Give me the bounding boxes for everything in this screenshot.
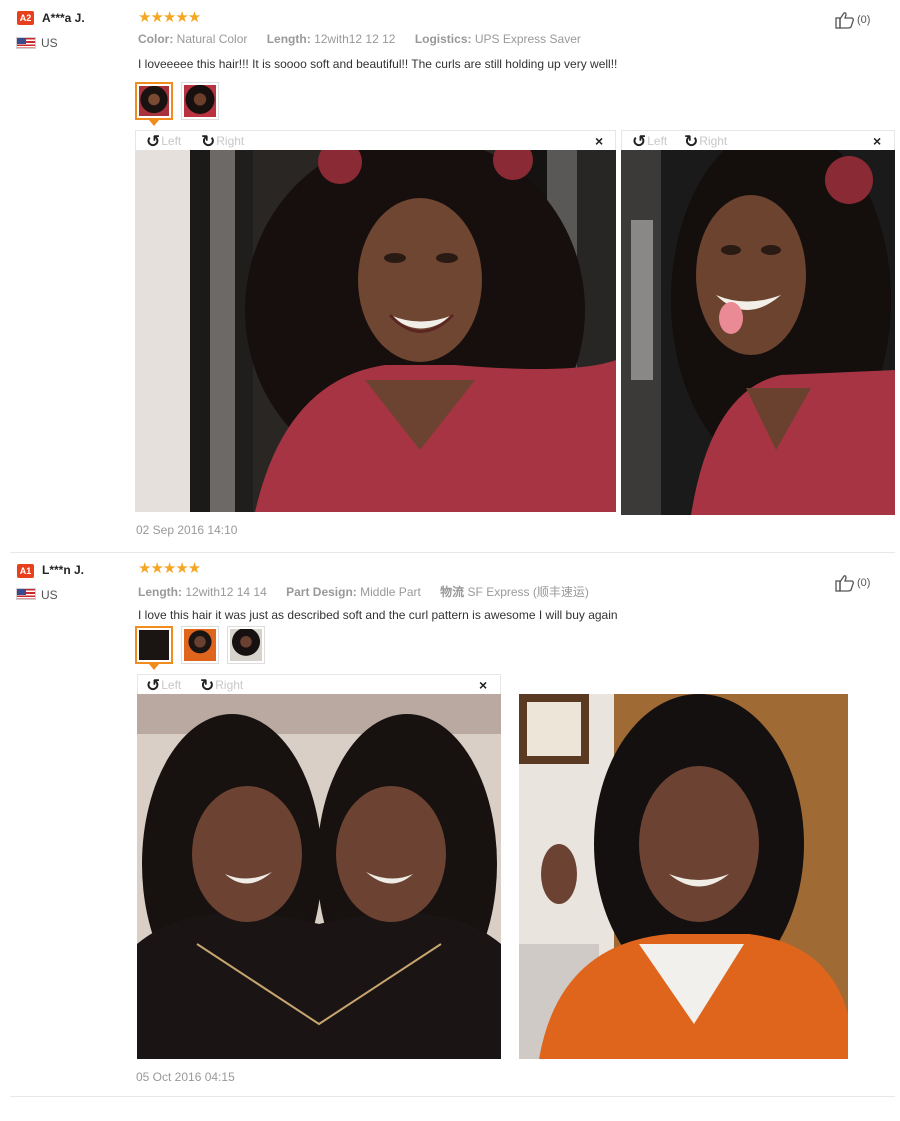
photo-thumbnail[interactable] [135, 82, 173, 126]
photo-viewer-toolbar: ↺Left ↻Right × [135, 130, 616, 152]
photo-thumbnails [135, 82, 219, 126]
order-attributes: Length: 12with12 14 14 Part Design: Midd… [138, 583, 605, 600]
photo-thumbnail[interactable] [227, 626, 265, 664]
review-photo [135, 150, 616, 512]
attribute-key: Part Design: [286, 585, 357, 599]
thumbs-up-icon [835, 12, 854, 29]
review-photo [137, 694, 501, 1059]
buyer-level-badge: A2 [17, 11, 34, 25]
rotate-left-icon: ↺ [632, 132, 647, 151]
reviewer-name: A***a J. [42, 11, 85, 25]
attribute-value: Natural Color [176, 32, 248, 46]
photo-thumbnail[interactable] [135, 626, 173, 670]
rotate-left-button[interactable]: ↺Left [146, 132, 181, 152]
review-item: A1 L***n J. US ★★★★★ Length: 12with12 14… [0, 552, 900, 1098]
review-item: A2 A***a J. US ★★★★★ Color: Natural Colo… [0, 0, 900, 552]
star-rating: ★★★★★ [138, 9, 201, 26]
photo-thumbnails [135, 626, 265, 670]
attribute-value: UPS Express Saver [474, 32, 581, 46]
review-photo [621, 150, 895, 515]
us-flag-icon [16, 37, 36, 49]
helpful-count: (0) [857, 576, 871, 589]
helpful-count: (0) [857, 13, 871, 26]
attribute-value: 12with12 14 14 [185, 585, 267, 599]
buyer-level-badge: A1 [17, 564, 34, 578]
rotate-right-button[interactable]: ↻Right [684, 132, 727, 152]
attribute-key: Length: [138, 585, 182, 599]
attribute-value: 12with12 12 12 [314, 32, 396, 46]
photo-viewer-toolbar: ↺Left ↻Right × [621, 130, 895, 152]
review-divider [10, 1096, 895, 1097]
attribute-key: Length: [266, 32, 311, 46]
reviewer-country: US [41, 36, 58, 50]
attribute-value: SF Express (顺丰速运) [467, 585, 589, 599]
attribute-key: Color: [138, 32, 174, 46]
rotate-left-icon: ↺ [146, 132, 161, 151]
rotate-right-button[interactable]: ↻Right [200, 676, 243, 696]
photo-thumbnail[interactable] [181, 82, 219, 120]
review-text: I loveeeee this hair!!! It is soooo soft… [138, 57, 618, 71]
order-attributes: Color: Natural Color Length: 12with12 12… [138, 32, 597, 46]
thumbs-up-icon [835, 575, 854, 592]
close-icon[interactable]: × [479, 677, 487, 693]
photo-thumbnail[interactable] [181, 626, 219, 664]
photo-viewer-toolbar: ↺Left ↻Right × [137, 674, 501, 696]
helpful-button[interactable]: (0) [835, 11, 870, 29]
review-photo [519, 694, 848, 1059]
reviewer-name: L***n J. [42, 563, 85, 577]
helpful-button[interactable]: (0) [835, 574, 870, 592]
rotate-right-button[interactable]: ↻Right [201, 132, 244, 152]
attribute-value: Middle Part [360, 585, 421, 599]
rotate-right-icon: ↻ [201, 132, 216, 151]
review-date: 02 Sep 2016 14:10 [136, 523, 238, 537]
review-text: I love this hair it was just as describe… [138, 608, 618, 622]
rotate-left-button[interactable]: ↺Left [632, 132, 667, 152]
rotate-right-icon: ↻ [684, 132, 699, 151]
attribute-key: 物流 [440, 585, 465, 599]
close-icon[interactable]: × [595, 133, 603, 149]
reviewer-country: US [41, 588, 58, 602]
close-icon[interactable]: × [873, 133, 881, 149]
rotate-left-button[interactable]: ↺Left [146, 676, 181, 696]
review-date: 05 Oct 2016 04:15 [136, 1070, 235, 1084]
star-rating: ★★★★★ [138, 560, 201, 577]
rotate-left-icon: ↺ [146, 676, 161, 695]
attribute-key: Logistics: [414, 32, 472, 46]
rotate-right-icon: ↻ [200, 676, 215, 695]
us-flag-icon [16, 588, 36, 600]
